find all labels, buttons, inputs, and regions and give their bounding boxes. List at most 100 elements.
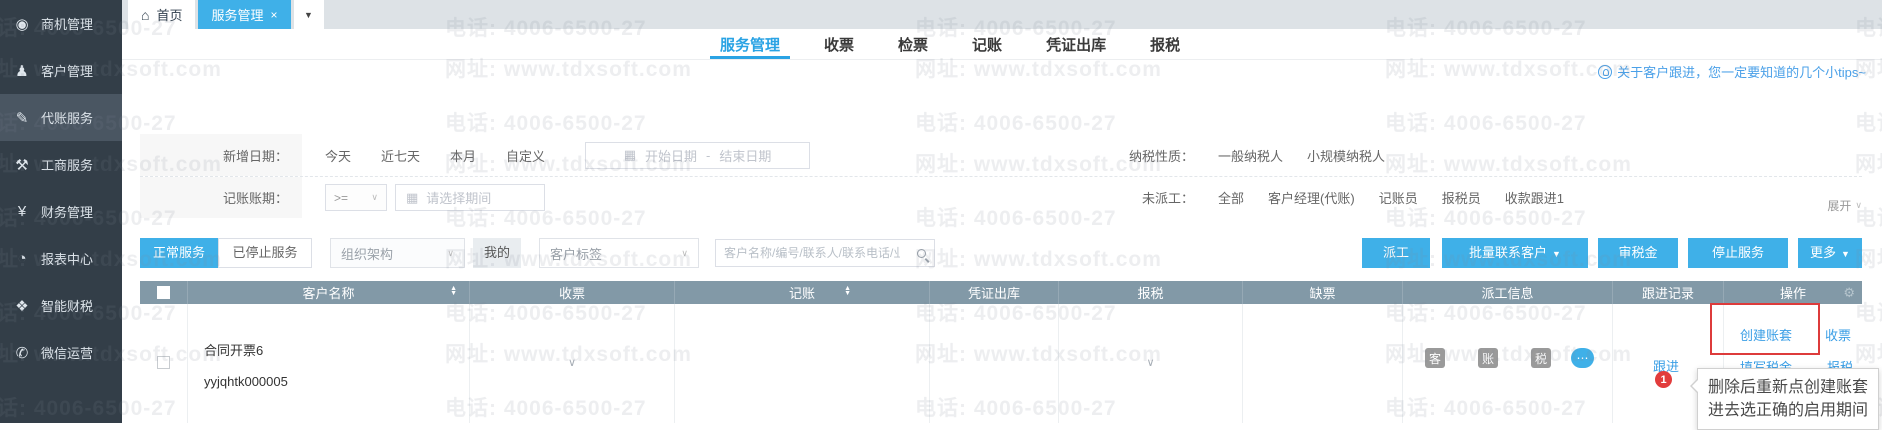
date-option-custom[interactable]: 自定义 — [506, 146, 545, 165]
tab-list-dropdown[interactable]: ▼ — [294, 0, 324, 29]
batch-contact-label: 批量联系客户 — [1469, 245, 1547, 260]
tab-home[interactable]: ⌂ 首页 — [128, 0, 195, 29]
col-header-voucher-outbound[interactable]: 凭证出库 — [930, 281, 1059, 304]
close-icon[interactable]: × — [271, 8, 278, 22]
customer-name[interactable]: 合同开票6 — [204, 340, 263, 359]
chevron-down-icon[interactable]: ∨ — [568, 356, 576, 369]
row-checkbox-cell — [140, 304, 188, 423]
tax-option-general[interactable]: 一般纳税人 — [1218, 146, 1283, 165]
target-icon: ◉ — [13, 15, 31, 33]
unassigned-option-tax-clerk[interactable]: 报税员 — [1442, 188, 1481, 207]
tooltip: 删除后重新点创建账套 进去选正确的启用期间 — [1697, 368, 1879, 430]
tax-option-small-scale[interactable]: 小规模纳税人 — [1307, 146, 1385, 165]
nav-tab-check-invoice[interactable]: 检票 — [898, 29, 928, 59]
customer-name-cell: 合同开票6 yyjqhtk000005 — [188, 304, 470, 423]
status-tab-normal-service[interactable]: 正常服务 — [140, 238, 218, 268]
col-header-tax-filing[interactable]: 报税 — [1059, 281, 1243, 304]
status-tab-stopped-service[interactable]: 已停止服务 — [218, 238, 312, 268]
sort-arrows-icon[interactable]: ▲▼ — [844, 286, 851, 296]
header-checkbox-cell — [140, 281, 188, 304]
chevron-down-icon[interactable]: ∨ — [1146, 356, 1154, 369]
sidebar-item-customer-management[interactable]: ♟ 客户管理 — [0, 47, 122, 94]
search-icon[interactable] — [908, 240, 934, 266]
col-header-follow-record[interactable]: 跟进记录 — [1613, 281, 1724, 304]
sidebar-item-label: 智能财税 — [41, 296, 93, 315]
audit-tax-button[interactable]: 审税金 — [1598, 238, 1678, 268]
expand-filters-link[interactable]: 展开 ∨ — [1827, 197, 1862, 214]
nav-tab-bookkeeping[interactable]: 记账 — [972, 29, 1002, 59]
unassigned-option-all[interactable]: 全部 — [1218, 188, 1244, 207]
dispatch-badges: 客 账 税 — [1425, 348, 1551, 368]
tab-service-management[interactable]: 服务管理 × — [198, 0, 290, 29]
period-label: 记账账期： — [140, 177, 302, 218]
date-option-last7days[interactable]: 近七天 — [381, 146, 420, 165]
period-operator-select[interactable]: >= ∨ — [325, 184, 387, 211]
stop-service-button[interactable]: 停止服务 — [1688, 238, 1788, 268]
col-header-operations[interactable]: 操作 ⚙ — [1724, 281, 1862, 304]
voucher-outbound-cell — [930, 304, 1059, 423]
sidebar-item-wechat-operation[interactable]: ✆ 微信运营 — [0, 329, 122, 376]
filter-panel: 新增日期： 今天 近七天 本月 自定义 ▦ 开始日期 - 结束日期 纳税性质： … — [140, 134, 1862, 218]
row-checkbox[interactable] — [157, 356, 170, 369]
sidebar-item-business-opportunity[interactable]: ◉ 商机管理 — [0, 0, 122, 47]
sidebar-item-report-center[interactable]: ◔ 报表中心 — [0, 235, 122, 282]
dispatch-info-cell: 客 账 税 ⋯ — [1403, 304, 1613, 423]
sidebar-item-smart-tax[interactable]: ❖ 智能财税 — [0, 282, 122, 329]
tag-select-value: 客户标签 — [550, 244, 602, 263]
expand-label: 展开 — [1827, 197, 1851, 214]
tab-home-label: 首页 — [156, 5, 182, 24]
chevron-down-icon: ∨ — [1855, 200, 1862, 211]
sidebar-item-agency-accounting[interactable]: ✎ 代账服务 — [0, 94, 122, 141]
col-header-customer-name[interactable]: 客户名称 ▲▼ — [188, 281, 470, 304]
calendar-icon: ▦ — [406, 190, 418, 206]
create-account-set-link[interactable]: 创建账套 — [1740, 325, 1792, 344]
receive-invoice-link[interactable]: 收票 — [1825, 325, 1851, 344]
sidebar-item-label: 工商服务 — [41, 155, 93, 174]
col-header-bookkeeping[interactable]: 记账 ▲▼ — [675, 281, 930, 304]
search-input[interactable] — [716, 246, 908, 260]
nav-tab-service-management[interactable]: 服务管理 — [720, 29, 780, 59]
unassigned-option-account-manager[interactable]: 客户经理(代账) — [1268, 188, 1355, 207]
nav-tab-tax-filing[interactable]: 报税 — [1150, 29, 1180, 59]
table-header: 客户名称 ▲▼ 收票 记账 ▲▼ 凭证出库 报税 缺票 派工信息 跟进记录 操作… — [140, 281, 1862, 304]
select-caret-icon: ∨ — [447, 248, 454, 259]
nav-tab-receive-invoice[interactable]: 收票 — [824, 29, 854, 59]
caret-down-icon: ▼ — [304, 10, 313, 20]
tab-label: 服务管理 — [211, 5, 263, 24]
ellipsis-more-button[interactable]: ⋯ — [1571, 348, 1594, 368]
col-header-receive-invoice[interactable]: 收票 — [470, 281, 675, 304]
customer-follow-tips-link[interactable]: 关于客户跟进，您一定要知道的几个小tips~ — [1598, 62, 1866, 81]
col-label: 记账 — [789, 283, 815, 302]
customer-tag-select[interactable]: 客户标签 ∨ — [539, 238, 699, 268]
col-label: 客户名称 — [302, 283, 354, 302]
sidebar-item-label: 微信运营 — [41, 343, 93, 362]
unassigned-option-bookkeeper[interactable]: 记账员 — [1379, 188, 1418, 207]
org-structure-select[interactable]: 组织架构 ∨ — [330, 238, 465, 268]
unassigned-option-payment-follow[interactable]: 收款跟进1 — [1505, 188, 1564, 207]
date-option-today[interactable]: 今天 — [325, 146, 351, 165]
filter-tax-nature: 纳税性质： 一般纳税人 小规模纳税人 — [1108, 146, 1385, 165]
main-area: ⌂ 首页 服务管理 × ▼ 服务管理 收票 检票 记账 凭证出库 报税 关于客户… — [122, 0, 1882, 423]
batch-contact-button[interactable]: 批量联系客户▼ — [1442, 238, 1588, 268]
mine-button[interactable]: 我的 — [473, 238, 521, 268]
sidebar-item-label: 客户管理 — [41, 61, 93, 80]
stop-service-label: 停止服务 — [1712, 245, 1764, 260]
sidebar-item-finance-management[interactable]: ¥ 财务管理 — [0, 188, 122, 235]
col-header-dispatch-info[interactable]: 派工信息 — [1403, 281, 1613, 304]
dispatch-button[interactable]: 派工 — [1362, 238, 1430, 268]
badge-tax: 税 — [1531, 348, 1551, 368]
gear-icon[interactable]: ⚙ — [1843, 285, 1855, 301]
sidebar-item-industrial-commercial[interactable]: ⚒ 工商服务 — [0, 141, 122, 188]
nav-tab-voucher-outbound[interactable]: 凭证出库 — [1046, 29, 1106, 59]
period-picker[interactable]: ▦ 请选择期间 — [395, 184, 545, 211]
tips-label: 关于客户跟进，您一定要知道的几个小tips~ — [1617, 62, 1866, 81]
select-all-checkbox[interactable] — [157, 286, 170, 299]
caret-down-icon: ▼ — [1841, 249, 1850, 259]
date-range-picker[interactable]: ▦ 开始日期 - 结束日期 — [585, 142, 810, 169]
col-header-missing-invoice[interactable]: 缺票 — [1243, 281, 1403, 304]
badge-account: 账 — [1478, 348, 1498, 368]
date-option-this-month[interactable]: 本月 — [450, 146, 476, 165]
sort-arrows-icon[interactable]: ▲▼ — [450, 286, 457, 296]
more-button[interactable]: 更多▼ — [1798, 238, 1862, 268]
sidebar-item-label: 报表中心 — [41, 249, 93, 268]
